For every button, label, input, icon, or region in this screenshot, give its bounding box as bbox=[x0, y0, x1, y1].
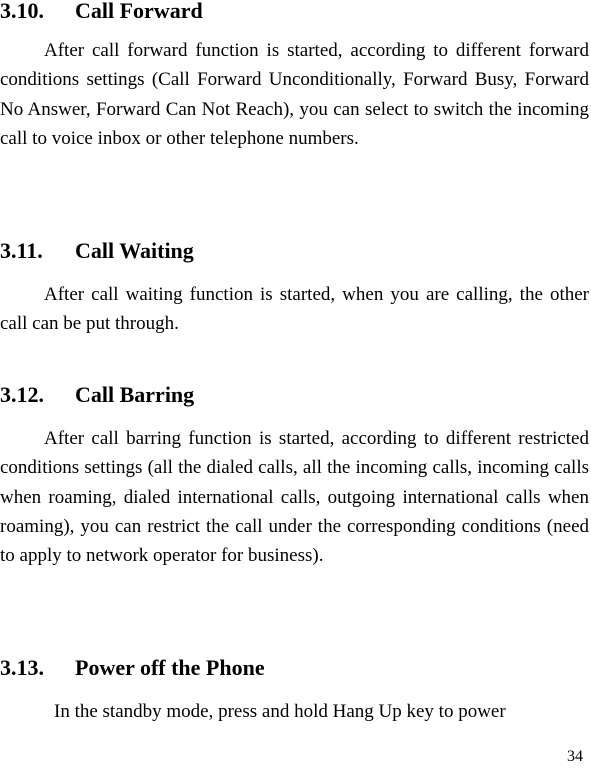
paragraph-text: In the standby mode, press and hold Hang… bbox=[54, 701, 506, 722]
section-title: Call Forward bbox=[75, 0, 203, 23]
section-number: 3.12. bbox=[0, 382, 44, 407]
section-body: After call forward function is started, … bbox=[0, 36, 589, 153]
section-heading: 3.13. Power off the Phone bbox=[0, 656, 265, 680]
section-title: Call Barring bbox=[75, 382, 195, 407]
section-body: After call barring function is started, … bbox=[0, 424, 589, 570]
section-heading: 3.10. Call Forward bbox=[0, 0, 203, 23]
section-title: Power off the Phone bbox=[75, 655, 265, 680]
section-body: After call waiting function is started, … bbox=[0, 280, 589, 339]
paragraph-text: After call waiting function is started, … bbox=[0, 284, 589, 335]
section-number: 3.11. bbox=[0, 238, 43, 263]
page-number: 34 bbox=[567, 748, 583, 765]
paragraph-text: After call barring function is started, … bbox=[0, 428, 589, 567]
section-number: 3.13. bbox=[0, 655, 44, 680]
section-heading: 3.12. Call Barring bbox=[0, 383, 194, 407]
paragraph-text: After call forward function is started, … bbox=[0, 40, 589, 149]
section-heading: 3.11. Call Waiting bbox=[0, 239, 194, 263]
section-title: Call Waiting bbox=[75, 238, 194, 263]
section-body: In the standby mode, press and hold Hang… bbox=[0, 697, 589, 726]
section-number: 3.10. bbox=[0, 0, 44, 23]
